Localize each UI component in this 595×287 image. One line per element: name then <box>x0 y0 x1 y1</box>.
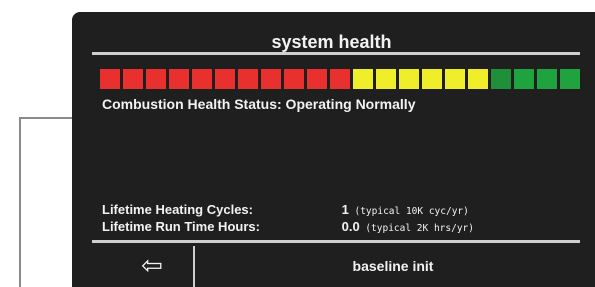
stat-note: (typical 2K hrs/yr) <box>365 223 474 234</box>
health-bar-segment <box>146 69 166 89</box>
health-bar-segment <box>491 69 511 89</box>
system-health-screen: system health Combustion Health Status: … <box>72 12 595 287</box>
combustion-health-bar <box>100 69 580 89</box>
stat-label: Lifetime Heating Cycles: <box>102 202 253 217</box>
health-bar-segment <box>353 69 373 89</box>
health-bar-segment <box>399 69 419 89</box>
health-bar-segment <box>514 69 534 89</box>
left-arrow-icon: ⇦ <box>141 249 163 280</box>
health-bar-segment <box>261 69 281 89</box>
health-bar-segment <box>330 69 350 89</box>
health-bar-segment <box>376 69 396 89</box>
stat-heating-cycles: Lifetime Heating Cycles: 1 (typical 10K … <box>102 202 469 217</box>
back-button[interactable]: ⇦ <box>112 248 192 282</box>
health-bar-segment <box>192 69 212 89</box>
footer-mode-label: baseline init <box>352 258 434 274</box>
title-divider <box>92 52 580 55</box>
health-bar-segment <box>238 69 258 89</box>
health-bar-segment <box>215 69 235 89</box>
footer-divider <box>92 240 580 243</box>
stat-value: 1 <box>341 202 349 217</box>
screen-title: system health <box>271 32 392 52</box>
stat-label: Lifetime Run Time Hours: <box>102 219 260 234</box>
health-bar-segment <box>537 69 557 89</box>
stat-note: (typical 10K cyc/yr) <box>354 206 469 217</box>
health-bar-segment <box>123 69 143 89</box>
health-bar-segment <box>284 69 304 89</box>
health-bar-segment <box>100 69 120 89</box>
stat-run-time-hours: Lifetime Run Time Hours: 0.0 (typical 2K… <box>102 219 474 234</box>
health-bar-segment <box>169 69 189 89</box>
health-bar-segment <box>307 69 327 89</box>
combustion-status-text: Combustion Health Status: Operating Norm… <box>102 96 416 112</box>
health-bar-segment <box>445 69 465 89</box>
health-bar-segment <box>422 69 442 89</box>
health-bar-segment <box>468 69 488 89</box>
stat-value: 0.0 <box>341 219 360 234</box>
callout-line-vertical <box>19 117 21 287</box>
health-bar-segment <box>560 69 580 89</box>
